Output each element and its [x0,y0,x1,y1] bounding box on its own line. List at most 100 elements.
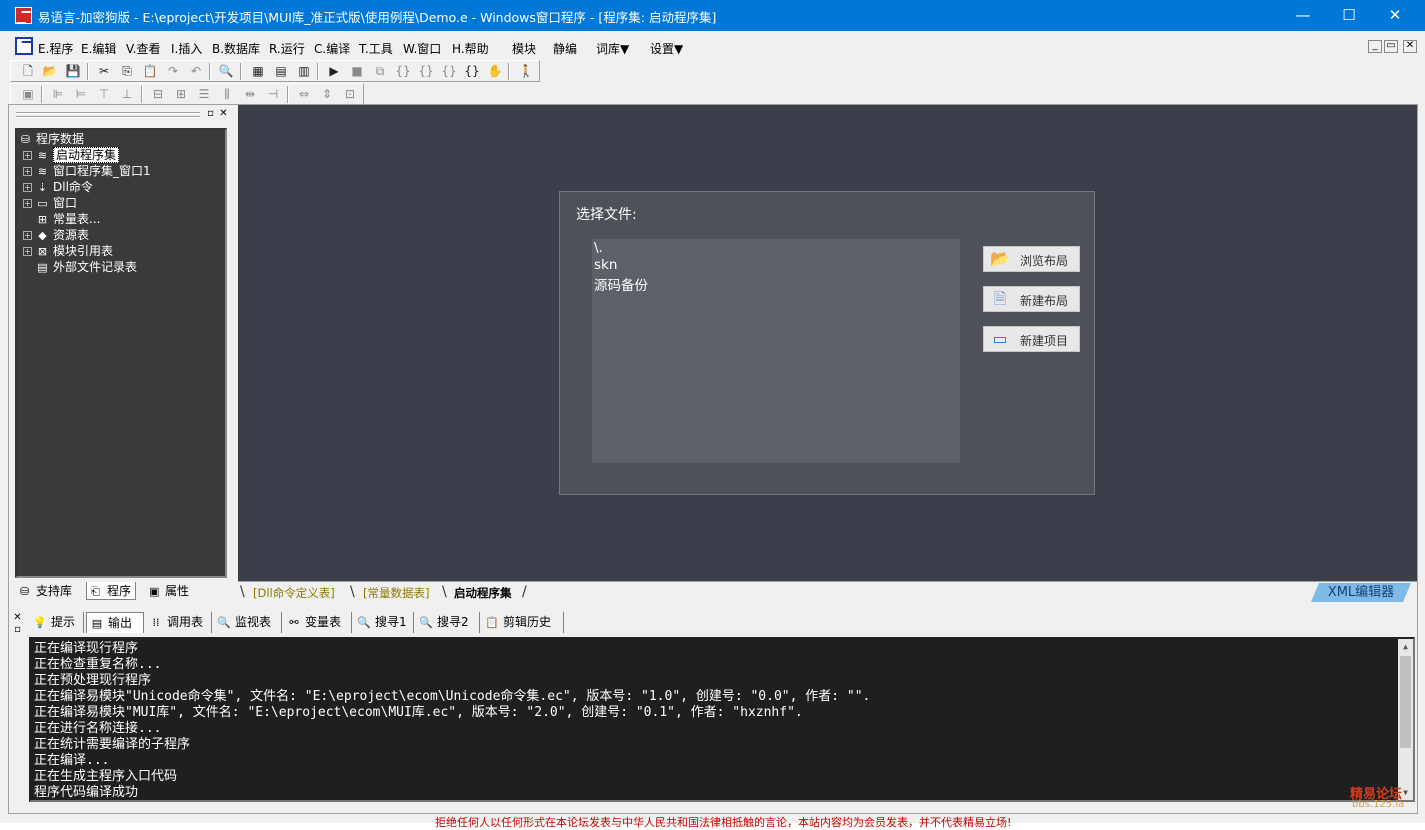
xml-editor-tab[interactable]: XML编辑器 [1311,583,1411,602]
output-scrollbar[interactable]: ▲ ▼ [1398,639,1413,800]
file-list-item[interactable]: skn [594,257,617,273]
menu-module[interactable]: 模块 [512,40,536,57]
layout-2-icon[interactable]: ▤ [272,63,290,79]
menu-database[interactable]: B.数据库 [212,40,260,57]
menu-view[interactable]: V.查看 [126,40,160,57]
same-width-icon[interactable]: ⇔ [295,86,313,102]
undo-icon[interactable]: ↶ [187,63,205,79]
align-left-icon[interactable]: ⊫ [49,86,67,102]
panel-float-button[interactable]: ▫ [205,109,216,120]
scroll-up-icon[interactable]: ▲ [1398,639,1413,654]
menu-help[interactable]: H.帮助 [452,40,489,57]
menu-tools[interactable]: T.工具 [359,40,393,57]
space-v-icon[interactable]: ☰ [195,86,213,102]
tab-variable-table[interactable]: ⚯ 变量表 [284,612,352,633]
same-height-icon[interactable]: ⇕ [318,86,336,102]
tree-item-module-refs[interactable]: + ⊠ 模块引用表 [23,244,113,259]
menu-insert[interactable]: I.插入 [171,40,202,57]
align-grid-icon[interactable]: ▣ [19,86,37,102]
cut-icon[interactable]: ✂ [95,63,113,79]
expand-icon[interactable]: + [23,151,32,160]
tab-call-table[interactable]: ⁞⁞ 调用表 [146,612,212,633]
menu-window[interactable]: W.窗口 [403,40,441,57]
minimize-button[interactable]: — [1280,0,1326,31]
tree-item-window-assembly[interactable]: + ≋ 窗口程序集_窗口1 [23,164,151,179]
browse-layout-button[interactable]: 📂 浏览布局 [983,246,1080,272]
file-list-item[interactable]: 源码备份 [594,274,648,294]
open-folder-icon[interactable]: 📂 [41,63,59,79]
tab-support-library[interactable]: ⛁ 支持库 [16,582,76,600]
save-icon[interactable]: 💾 [64,63,82,79]
tab-dll-table[interactable]: [Dll命令定义表] [253,584,335,602]
menu-program[interactable]: E.程序 [38,40,73,57]
expand-icon[interactable]: + [23,183,32,192]
expand-icon[interactable]: + [23,231,32,240]
tab-watch-table[interactable]: 🔍 监视表 [214,612,282,633]
tab-properties[interactable]: ▣ 属性 [145,582,193,600]
expand-icon[interactable]: + [23,247,32,256]
copy-icon[interactable]: ⎘ [118,63,136,79]
tab-hint[interactable]: 💡 提示 [30,612,84,633]
tab-constant-table[interactable]: [常量数据表] [363,584,429,602]
breakpoint-icon[interactable]: {} [463,63,481,79]
distribute-icon[interactable]: ⇹ [241,86,259,102]
tree-item-startup-assembly[interactable]: + ≋ 启动程序集 [23,147,120,163]
new-file-icon[interactable]: 🗋 [19,63,37,79]
mdi-close-button[interactable]: ✕ [1403,40,1417,53]
run-icon[interactable]: ▶ [325,63,343,79]
app-logo-icon[interactable] [15,7,32,24]
mdi-minimize-button[interactable]: _ [1368,40,1382,53]
step-over-icon[interactable]: {} [417,63,435,79]
title-bar[interactable]: 易语言-加密狗版 - E:\eproject\开发项目\MUI库_准正式版\使用… [0,0,1425,31]
layout-1-icon[interactable]: ▦ [249,63,267,79]
tree-item-constants[interactable]: ⊞ 常量表... [36,212,101,227]
new-project-button[interactable]: ▭ 新建项目 [983,326,1080,352]
tab-clip-history[interactable]: 📋 剪辑历史 [482,612,564,633]
tree-item-external-files[interactable]: ▤ 外部文件记录表 [36,260,137,275]
tab-search-1[interactable]: 🔍 搜寻1 [354,612,414,633]
panel-close-button[interactable]: ✕ [218,109,229,120]
tab-search-2[interactable]: 🔍 搜寻2 [416,612,480,633]
file-list-item[interactable]: \. [594,240,603,256]
tree-item-dll-commands[interactable]: + ⇣ Dll命令 [23,180,93,195]
width-icon[interactable]: ⊣ [264,86,282,102]
output-console[interactable]: 正在编译现行程序 正在检查重复名称... 正在预处理现行程序 正在编译易模块"U… [29,637,1415,802]
stop-icon[interactable]: ■ [348,63,366,79]
file-list[interactable]: \. skn 源码备份 [592,239,960,463]
step-icon[interactable]: ⧉ [371,63,389,79]
tree-item-resources[interactable]: + ◆ 资源表 [23,228,89,243]
close-button[interactable]: ✕ [1372,0,1418,31]
space-h-icon[interactable]: ⫼ [218,86,236,102]
tree-item-window[interactable]: + ▭ 窗口 [23,196,77,211]
output-close-button[interactable]: ✕ [12,613,23,624]
tab-program[interactable]: ⎗ 程序 [86,582,137,600]
center-h-icon[interactable]: ⊟ [149,86,167,102]
tree-root[interactable]: ⛁ 程序数据 [19,132,84,147]
menu-lexicon[interactable]: 词库▼ [596,40,629,57]
tab-output[interactable]: ▤ 输出 [86,612,144,633]
layout-3-icon[interactable]: ▥ [295,63,313,79]
menu-edit[interactable]: E.编辑 [81,40,116,57]
menu-app-icon[interactable] [15,37,33,55]
project-tree[interactable]: ⛁ 程序数据 + ≋ 启动程序集 + ≋ 窗口程序集_窗口1 + ⇣ Dll命令 + ▭ 窗口 ⊞… [15,128,227,578]
center-v-icon[interactable]: ⊞ [172,86,190,102]
align-right-icon[interactable]: ⊨ [72,86,90,102]
tab-startup-assembly[interactable]: 启动程序集 [454,584,512,602]
redo-icon[interactable]: ↷ [164,63,182,79]
find-icon[interactable]: 🔍 [217,63,235,79]
new-layout-button[interactable]: 🗎 新建布局 [983,286,1080,312]
step-into-icon[interactable]: {} [394,63,412,79]
mdi-restore-button[interactable]: ▭ [1384,40,1398,53]
scroll-thumb[interactable] [1400,656,1411,748]
align-top-icon[interactable]: ⊤ [95,86,113,102]
output-float-button[interactable]: ▫ [12,625,23,636]
step-out-icon[interactable]: {} [440,63,458,79]
expand-icon[interactable]: + [23,167,32,176]
maximize-button[interactable]: ☐ [1326,0,1372,31]
menu-compile[interactable]: C.编译 [314,40,350,57]
hand-icon[interactable]: ✋ [486,63,504,79]
paste-icon[interactable]: 📋 [141,63,159,79]
menu-settings[interactable]: 设置▼ [650,40,683,57]
menu-static-compile[interactable]: 静编 [553,40,577,57]
same-size-icon[interactable]: ⊡ [341,86,359,102]
